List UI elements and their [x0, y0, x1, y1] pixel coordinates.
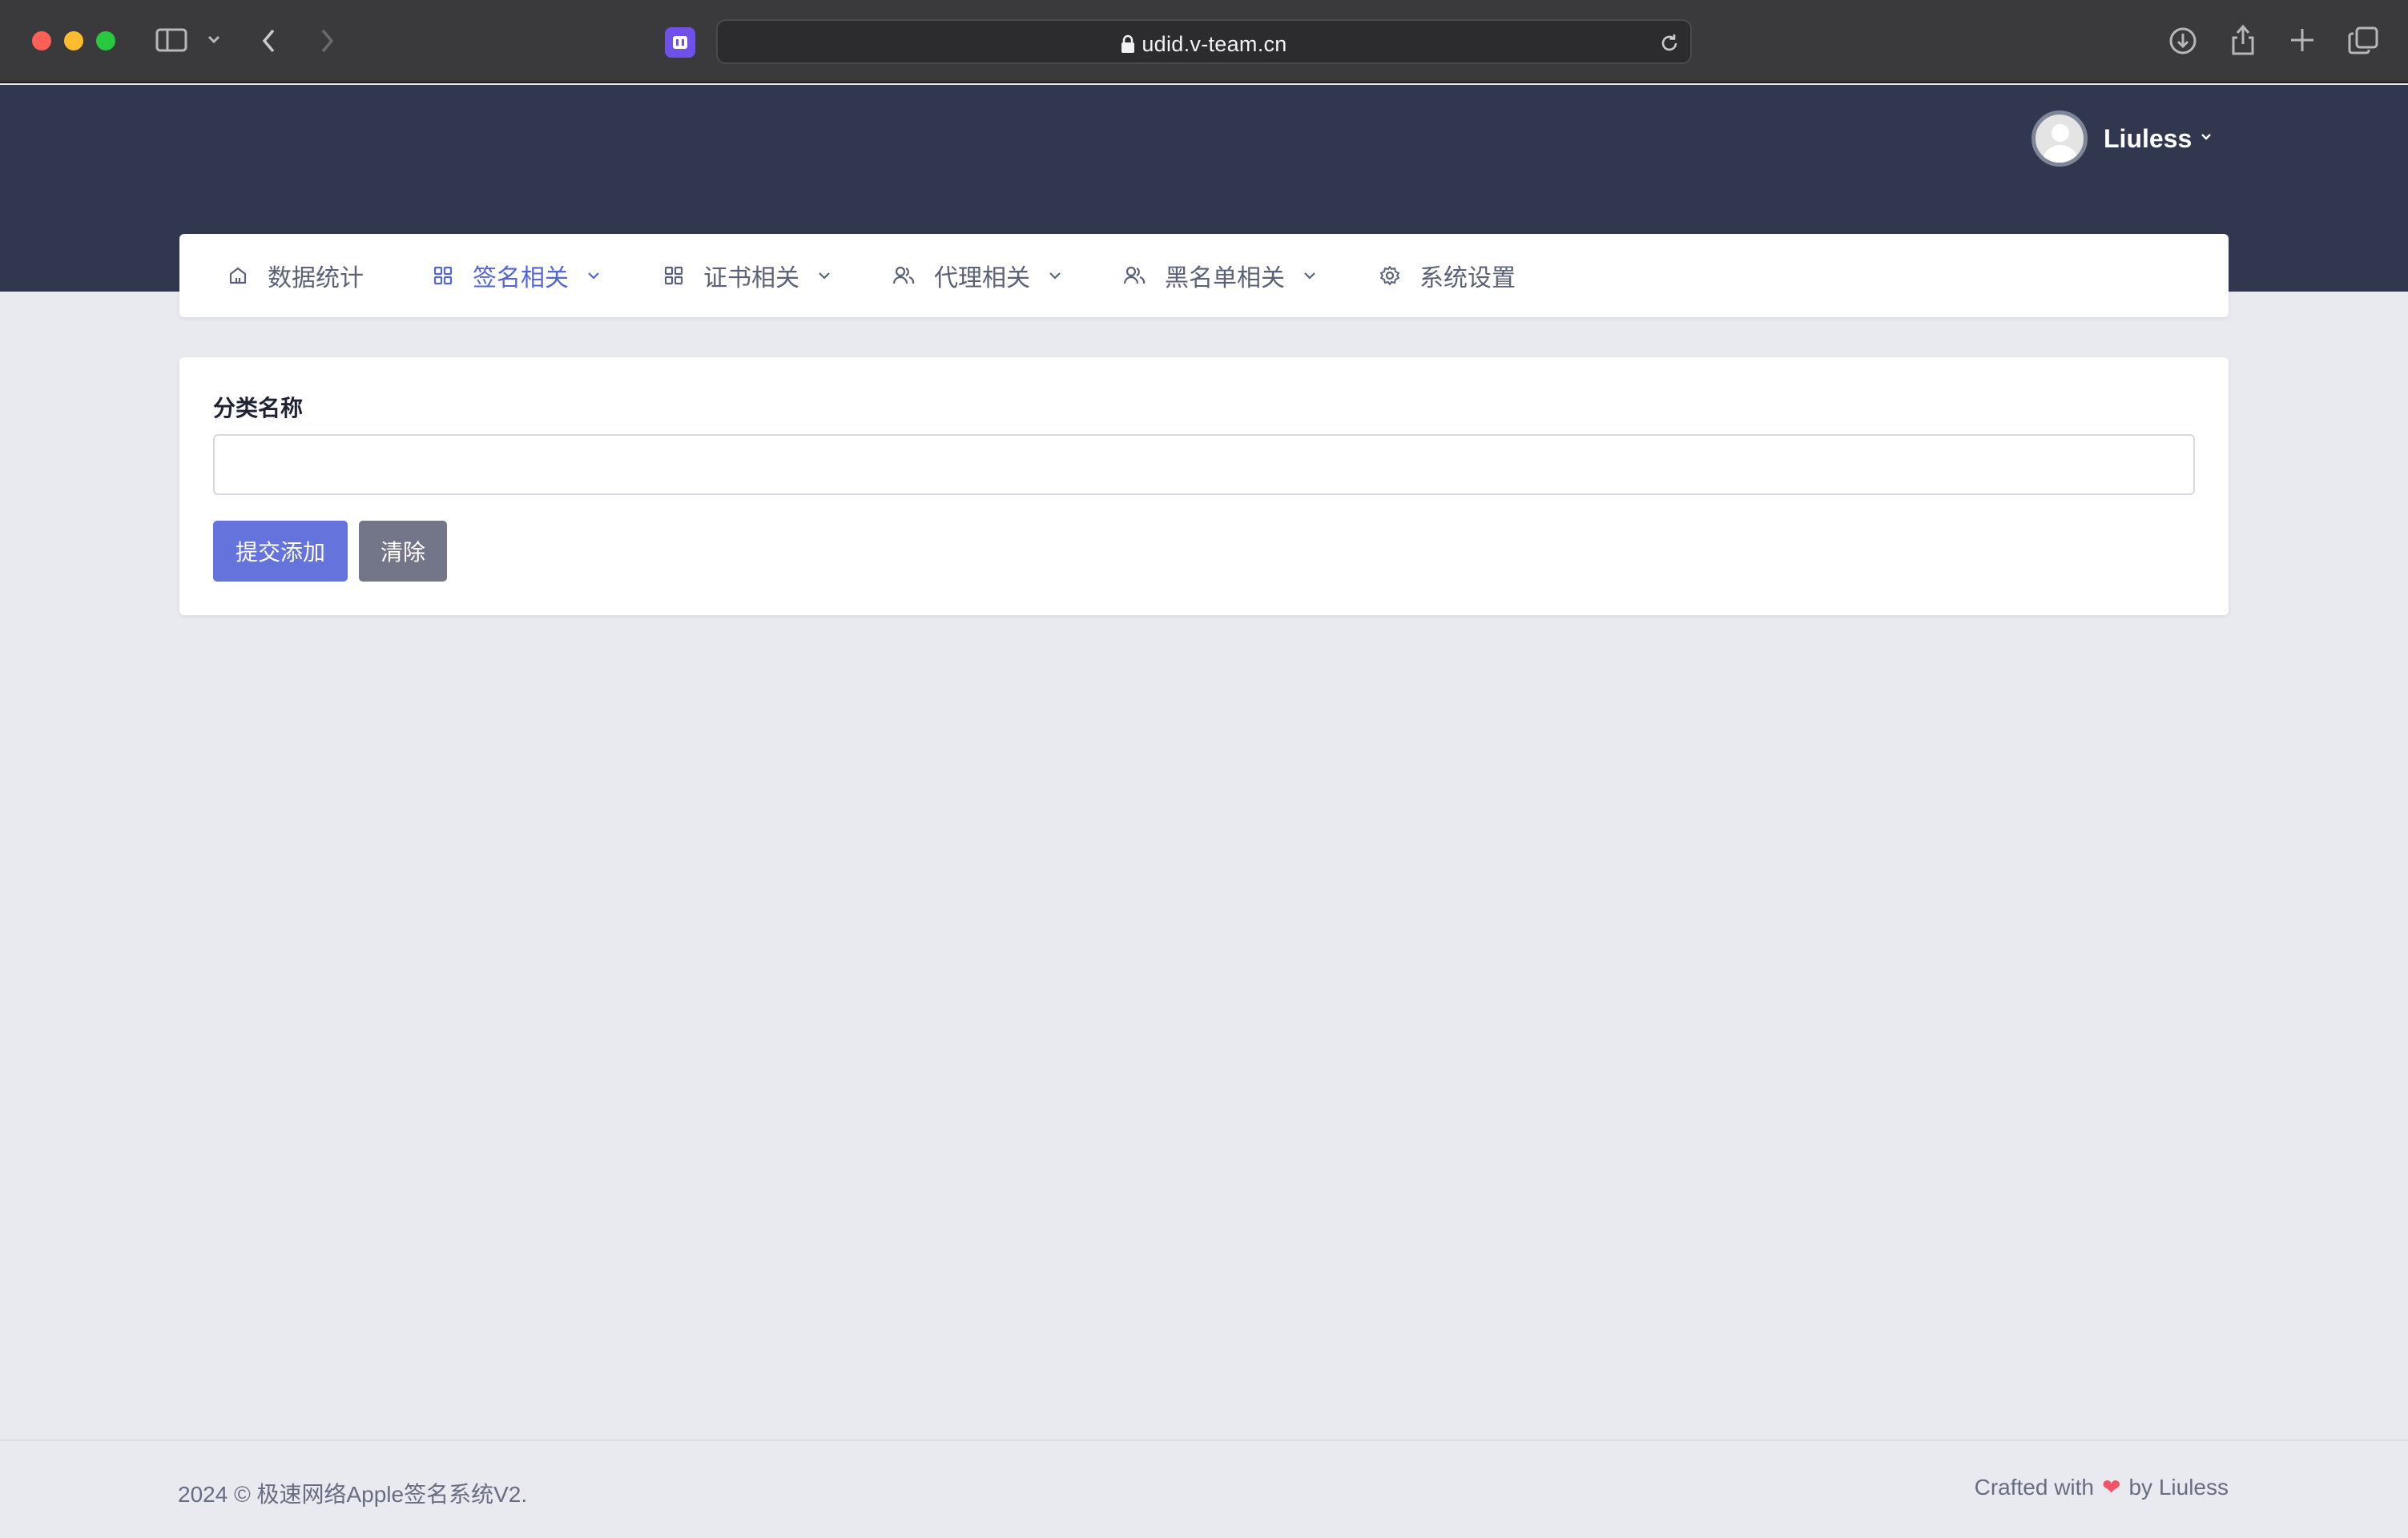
nav-item-certificate[interactable]: 证书相关 — [663, 258, 832, 293]
tab-overview-icon[interactable] — [2347, 26, 2379, 56]
footer-author-text: by Liuless — [2128, 1474, 2229, 1500]
footer-divider — [0, 1439, 2408, 1441]
category-name-input[interactable] — [213, 434, 2195, 495]
lock-icon — [1121, 34, 1135, 59]
sidebar-toggle-icon[interactable] — [155, 27, 187, 53]
category-form: 分类名称 提交添加 清除 — [179, 357, 2229, 615]
zoom-window-button[interactable] — [96, 31, 115, 50]
nav-item-signature[interactable]: 签名相关 — [433, 258, 601, 293]
share-icon[interactable] — [2229, 22, 2257, 58]
forward-icon[interactable] — [317, 27, 336, 54]
download-icon[interactable] — [2168, 26, 2198, 56]
nav-item-dashboard[interactable]: 数据统计 — [228, 258, 364, 293]
nav-item-blacklist[interactable]: 黑名单相关 — [1123, 258, 1317, 293]
nav-item-label: 数据统计 — [268, 265, 364, 292]
nav-item-agent[interactable]: 代理相关 — [892, 258, 1062, 293]
url-text: udid.v-team.cn — [1142, 32, 1287, 56]
submit-add-button[interactable]: 提交添加 — [213, 521, 348, 582]
nav-item-label: 黑名单相关 — [1165, 265, 1285, 292]
avatar[interactable] — [2031, 111, 2088, 167]
gear-icon — [1379, 265, 1400, 286]
users-icon — [1123, 265, 1146, 286]
heart-icon: ❤ — [2102, 1475, 2121, 1500]
minimize-window-button[interactable] — [64, 31, 83, 50]
chevron-down-icon — [586, 271, 601, 280]
chevron-down-icon[interactable] — [207, 34, 221, 45]
close-window-button[interactable] — [32, 31, 51, 50]
nav-item-label: 系统设置 — [1419, 265, 1516, 292]
users-icon — [892, 265, 915, 286]
category-name-label: 分类名称 — [213, 396, 304, 421]
chevron-down-icon — [1048, 271, 1062, 280]
footer-copyright: 2024 © 极速网络Apple签名系统V2. — [178, 1482, 528, 1507]
new-tab-icon[interactable] — [2288, 26, 2317, 54]
chevron-down-icon — [817, 271, 832, 280]
home-icon — [228, 265, 248, 286]
footer-crafted-text: Crafted with — [1974, 1474, 2095, 1500]
grid-icon — [663, 265, 684, 286]
nav-item-label: 代理相关 — [934, 265, 1030, 292]
user-menu[interactable]: Liuless — [2031, 111, 2213, 167]
back-icon[interactable] — [260, 27, 279, 54]
clear-button[interactable]: 清除 — [359, 521, 447, 582]
nav-item-label: 签名相关 — [473, 265, 569, 292]
nav-item-settings[interactable]: 系统设置 — [1379, 258, 1516, 293]
nav-item-label: 证书相关 — [703, 265, 799, 292]
chevron-down-icon[interactable] — [2200, 131, 2213, 146]
grid-icon — [433, 265, 453, 286]
footer-credit: Crafted with ❤ by Liuless — [1975, 1474, 2229, 1500]
username[interactable]: Liuless — [2104, 124, 2192, 154]
reload-icon[interactable] — [1658, 32, 1681, 58]
address-bar[interactable]: udid.v-team.cn — [716, 19, 1692, 64]
chevron-down-icon — [1303, 271, 1317, 280]
extension-icon[interactable] — [665, 27, 695, 58]
main-nav: 数据统计 签名相关 证书相关 代理相关 黑名单相关 系统设置 — [179, 234, 2229, 317]
browser-toolbar: udid.v-team.cn — [0, 0, 2408, 83]
